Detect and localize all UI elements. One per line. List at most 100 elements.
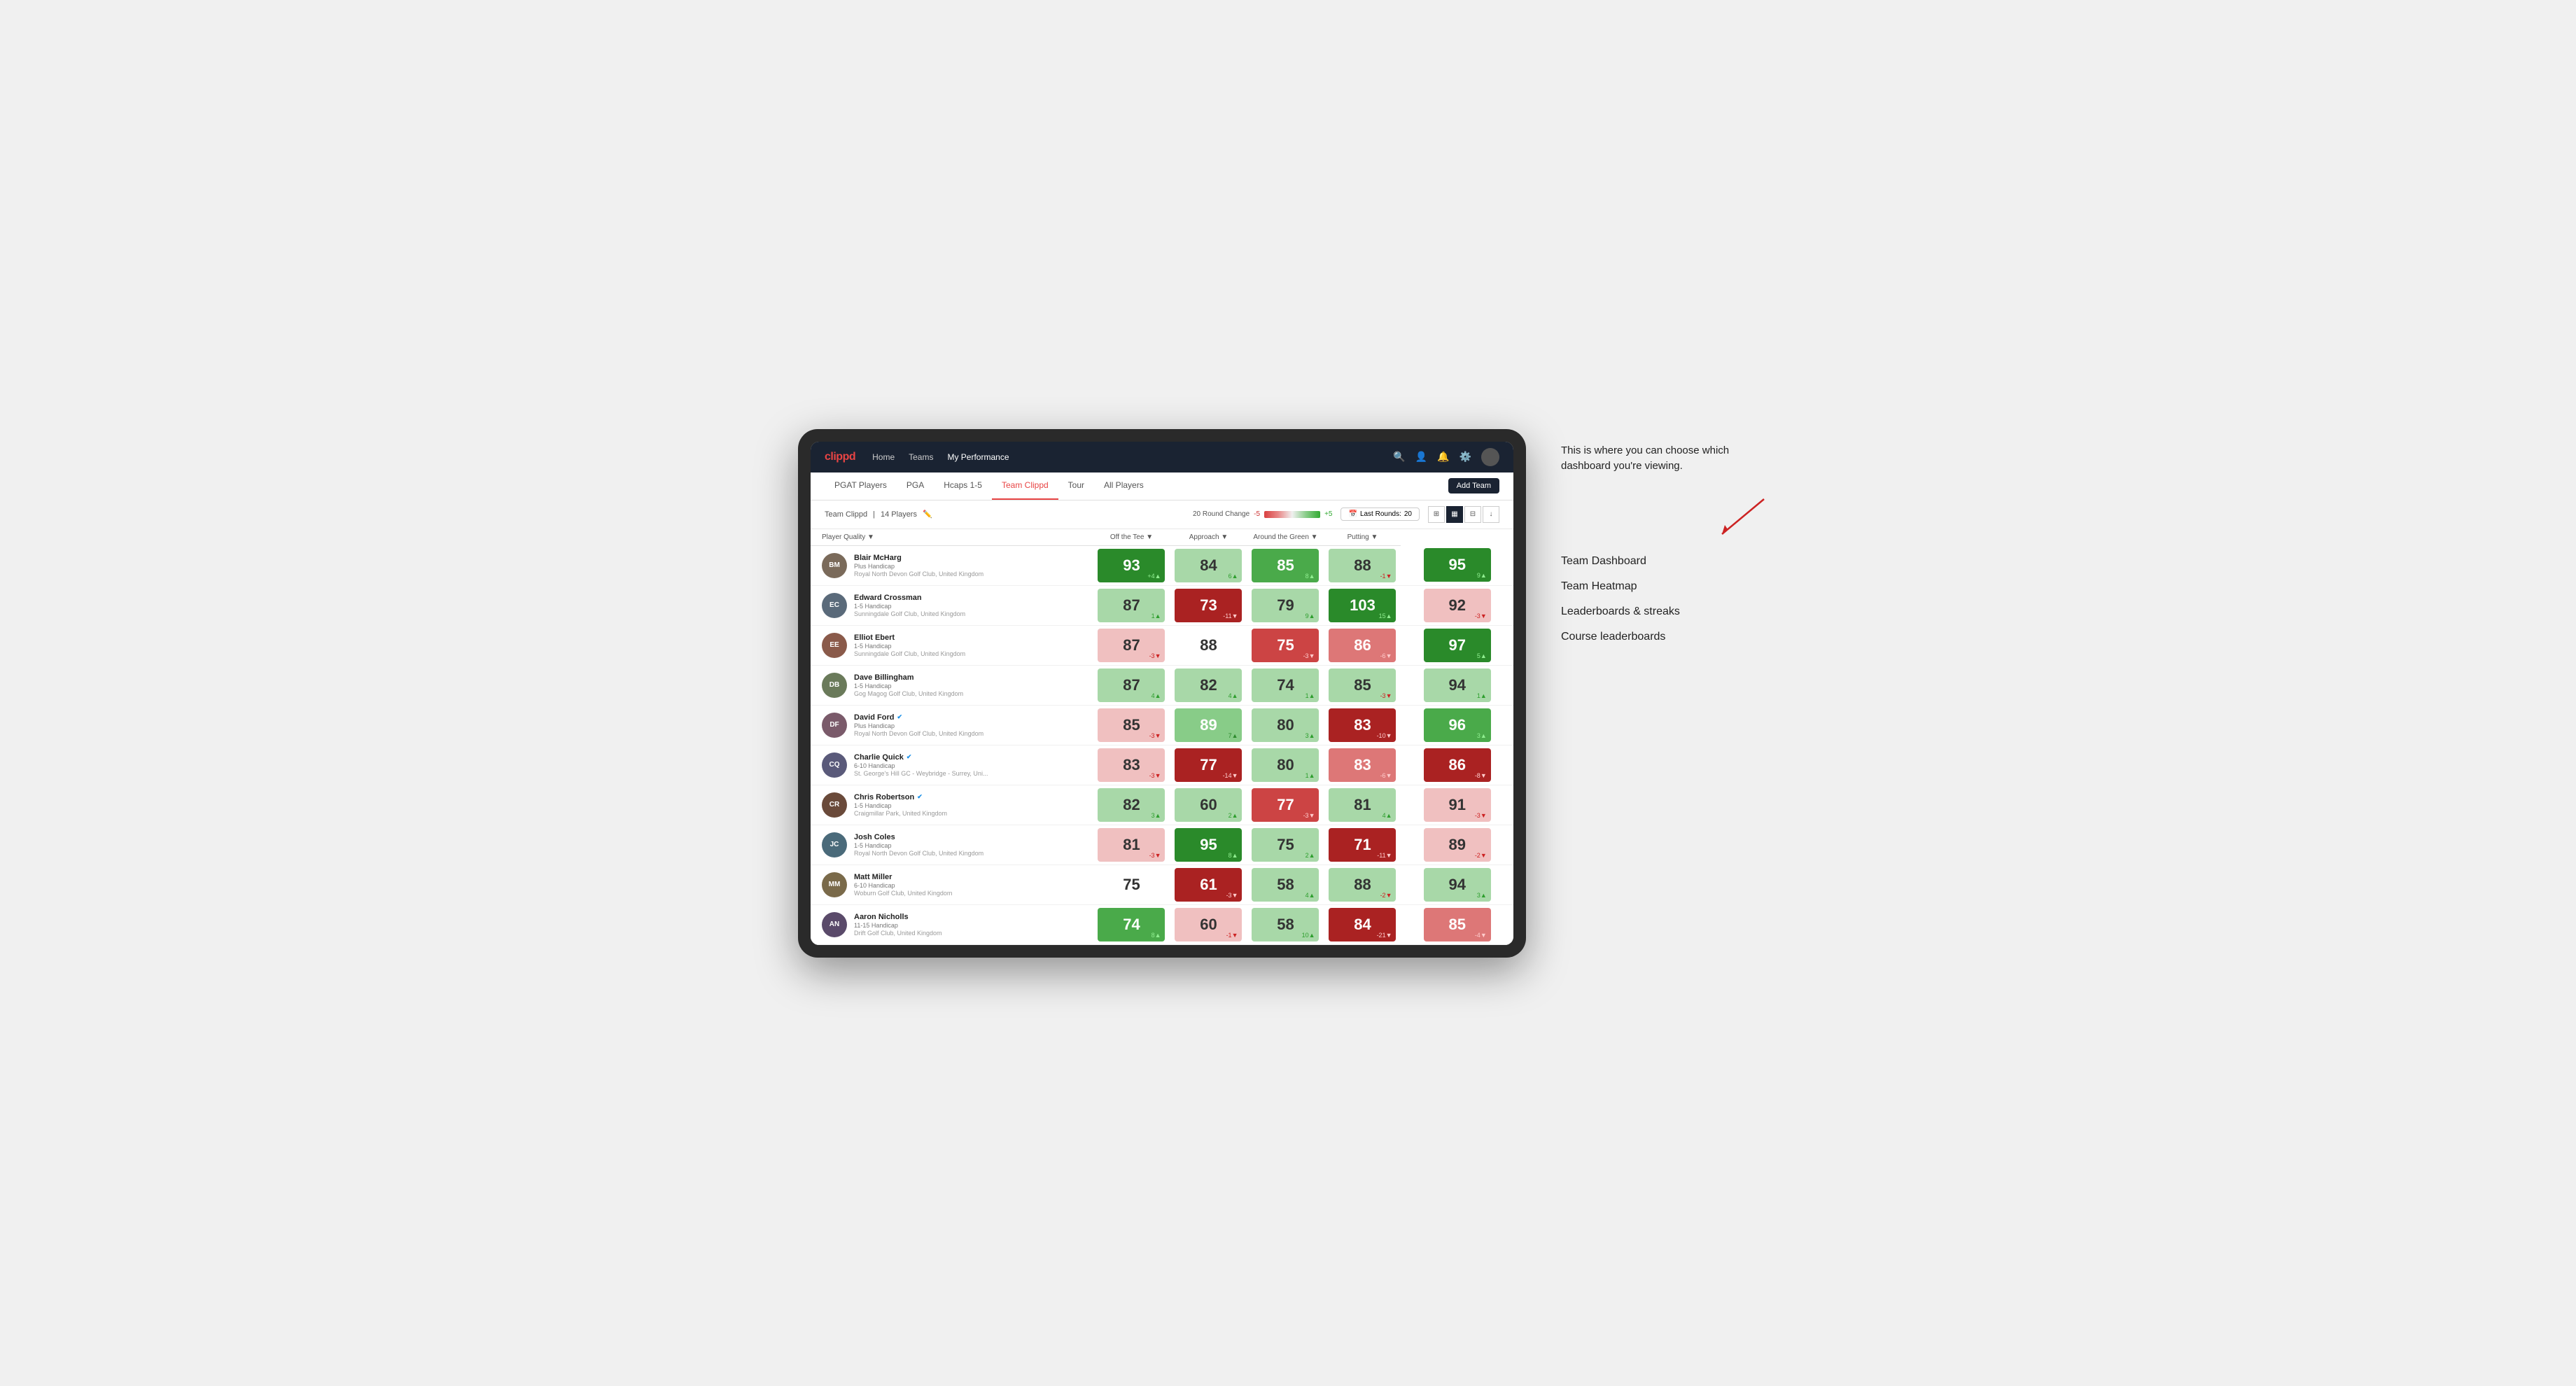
score-change: -3▼ [1149,852,1161,859]
sub-nav-all-players[interactable]: All Players [1094,472,1154,500]
table-row[interactable]: BMBlair McHargPlus HandicapRoyal North D… [811,545,1513,585]
player-name[interactable]: Josh Coles [854,833,983,841]
score-cell-7-3: 71-11▼ [1324,825,1401,864]
table-row[interactable]: ECEdward Crossman1-5 HandicapSunningdale… [811,585,1513,625]
score-change: -1▼ [1226,932,1238,939]
score-cell-6-0: 82 3▲ [1093,785,1170,825]
score-box: 748▲ [1098,908,1165,941]
player-name[interactable]: Charlie Quick✔ [854,753,988,762]
bell-icon[interactable]: 🔔 [1437,451,1449,463]
score-change: -14▼ [1223,772,1238,779]
approach-header[interactable]: Approach ▼ [1170,529,1247,546]
sub-nav-hcaps[interactable]: Hcaps 1-5 [934,472,992,500]
score-value: 82 [1123,796,1140,814]
last-rounds-button[interactable]: 📅 Last Rounds: 20 [1340,507,1420,521]
nav-logo[interactable]: clippd [825,451,855,463]
player-name[interactable]: Chris Robertson✔ [854,793,947,802]
score-cell-9-1: 60-1▼ [1170,904,1247,944]
settings-icon[interactable]: ⚙️ [1460,451,1471,463]
table-row[interactable]: DBDave Billingham1-5 HandicapGog Magog G… [811,665,1513,705]
score-cell-9-2: 5810▲ [1247,904,1324,944]
grid-view-button[interactable]: ⊞ [1428,506,1445,523]
player-name[interactable]: Elliot Ebert [854,634,965,642]
sub-nav-pga[interactable]: PGA [897,472,934,500]
search-icon[interactable]: 🔍 [1393,451,1405,463]
table-row[interactable]: CQCharlie Quick✔6-10 HandicapSt. George'… [811,745,1513,785]
score-box: 584▲ [1252,868,1319,902]
round-change: 20 Round Change -5 +5 [1193,510,1333,518]
score-value: 87 [1123,636,1140,654]
user-icon[interactable]: 👤 [1415,451,1427,463]
sub-nav-pgat[interactable]: PGAT Players [825,472,897,500]
score-box: 60-1▼ [1175,908,1242,941]
score-box: 77-14▼ [1175,748,1242,782]
score-value: 83 [1354,756,1371,774]
score-value: 85 [1123,716,1140,734]
annotation-item-dashboard[interactable]: Team Dashboard [1561,555,1771,568]
nav-link-home[interactable]: Home [872,449,895,465]
player-club: Royal North Devon Golf Club, United King… [854,850,983,857]
score-cell-1-3: 10315▲ [1324,585,1401,625]
column-headers: Player Quality ▼ Off the Tee ▼ Approach … [811,529,1513,546]
score-value: 87 [1123,596,1140,615]
score-change: 3▲ [1152,812,1161,819]
score-value: 61 [1200,876,1217,894]
score-cell-0-4: 959▲ [1401,545,1513,585]
score-change: -3▼ [1303,812,1315,819]
score-box: 91-3▼ [1424,788,1491,822]
player-name[interactable]: Dave Billingham [854,673,963,682]
players-tbody: BMBlair McHargPlus HandicapRoyal North D… [811,545,1513,944]
score-change: -3▼ [1303,652,1315,659]
table-row[interactable]: ANAaron Nicholls11-15 HandicapDrift Golf… [811,904,1513,944]
score-value: 85 [1354,676,1371,694]
around-green-header[interactable]: Around the Green ▼ [1247,529,1324,546]
card-view-button[interactable]: ⊟ [1464,506,1481,523]
sub-nav-team-clippd[interactable]: Team Clippd [992,472,1058,500]
sub-nav-tour[interactable]: Tour [1058,472,1094,500]
download-button[interactable]: ↓ [1483,506,1499,523]
edit-icon[interactable]: ✏️ [923,510,932,519]
player-cell-3: DBDave Billingham1-5 HandicapGog Magog G… [811,665,1093,705]
table-row[interactable]: CRChris Robertson✔1-5 HandicapCraigmilla… [811,785,1513,825]
score-cell-9-3: 84-21▼ [1324,904,1401,944]
player-club: Royal North Devon Golf Club, United King… [854,570,983,578]
annotation-item-course[interactable]: Course leaderboards [1561,631,1771,643]
add-team-button[interactable]: Add Team [1448,478,1499,493]
nav-link-performance[interactable]: My Performance [947,449,1009,465]
score-change: 9▲ [1477,572,1487,579]
table-view-button[interactable]: ▦ [1446,506,1463,523]
annotation-item-leaderboards[interactable]: Leaderboards & streaks [1561,606,1771,618]
player-quality-header[interactable]: Player Quality ▼ [811,529,1093,546]
player-cell-0: BMBlair McHargPlus HandicapRoyal North D… [811,545,1093,585]
score-value: 75 [1277,836,1294,854]
score-cell-5-1: 77-14▼ [1170,745,1247,785]
verified-icon: ✔ [906,753,912,761]
off-tee-header[interactable]: Off the Tee ▼ [1093,529,1170,546]
table-row[interactable]: MMMatt Miller6-10 HandicapWoburn Golf Cl… [811,864,1513,904]
score-value: 60 [1200,796,1217,814]
score-change: +4▲ [1147,573,1161,580]
player-name[interactable]: Blair McHarg [854,554,983,562]
player-name[interactable]: David Ford✔ [854,713,983,722]
score-cell-0-1: 846▲ [1170,545,1247,585]
table-row[interactable]: JCJosh Coles1-5 HandicapRoyal North Devo… [811,825,1513,864]
score-cell-6-2: 77-3▼ [1247,785,1324,825]
score-change: -10▼ [1377,732,1392,739]
score-box: 85-3▼ [1098,708,1165,742]
table-row[interactable]: EEElliot Ebert1-5 HandicapSunningdale Go… [811,625,1513,665]
player-name[interactable]: Matt Miller [854,873,952,881]
annotation-item-heatmap[interactable]: Team Heatmap [1561,580,1771,593]
table-row[interactable]: DFDavid Ford✔Plus HandicapRoyal North De… [811,705,1513,745]
page-wrapper: clippd Home Teams My Performance 🔍 👤 🔔 ⚙… [798,429,1778,958]
putting-header[interactable]: Putting ▼ [1324,529,1401,546]
score-cell-4-4: 963▲ [1401,705,1513,745]
score-box: 799▲ [1252,589,1319,622]
table-container: Player Quality ▼ Off the Tee ▼ Approach … [811,529,1513,945]
nav-link-teams[interactable]: Teams [909,449,933,465]
player-name[interactable]: Aaron Nicholls [854,913,942,921]
avatar[interactable] [1481,448,1499,466]
player-avatar: EE [822,633,847,658]
player-name[interactable]: Edward Crossman [854,594,965,602]
score-value: 83 [1123,756,1140,774]
player-handicap: 1-5 Handicap [854,643,965,650]
